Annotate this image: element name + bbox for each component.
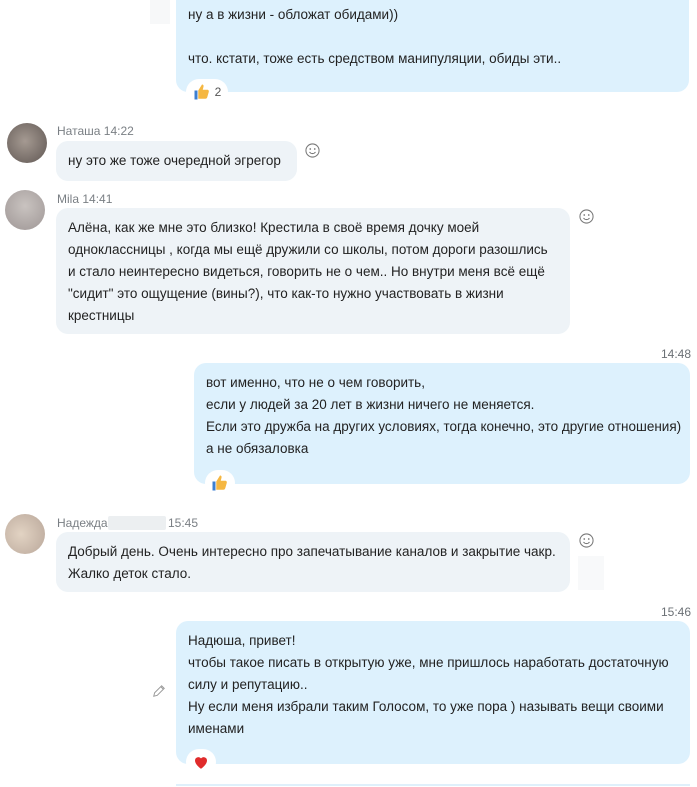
reaction-thumbs-up[interactable] <box>205 470 235 496</box>
message-text: вот именно, что не о чем говорить, если … <box>206 375 682 456</box>
message-bubble-outgoing[interactable]: вот именно, что не о чем говорить, если … <box>194 363 690 484</box>
message-bubble-incoming[interactable]: Алёна, как же мне это близко! Крестила в… <box>56 208 570 334</box>
message-time: 14:22 <box>103 124 134 138</box>
message-meta: Mila 14:41 <box>57 192 112 206</box>
heart-icon <box>195 757 207 769</box>
pencil-icon[interactable] <box>152 684 166 698</box>
avatar[interactable] <box>5 190 45 230</box>
smile-icon[interactable] <box>305 143 320 158</box>
author-name: Mila <box>57 192 80 206</box>
message-time: 15:45 <box>168 516 199 530</box>
reaction-count: 2 <box>214 85 222 99</box>
avatar[interactable] <box>7 123 47 163</box>
smile-icon[interactable] <box>579 209 594 224</box>
message-time: 14:48 <box>661 347 692 361</box>
message-bubble-incoming[interactable]: Добрый день. Очень интересно про запечат… <box>56 532 570 592</box>
message-time: 14:41 <box>82 192 113 206</box>
hidden-element <box>150 0 170 24</box>
message-text: ну это же тоже очередной эгрегор <box>68 153 281 168</box>
message-time: 15:46 <box>661 605 692 619</box>
smile-icon[interactable] <box>579 533 594 548</box>
message-meta: Надежда <box>57 516 108 530</box>
divider <box>176 784 690 786</box>
message-text: Добрый день. Очень интересно про запечат… <box>68 544 556 581</box>
message-text: Алёна, как же мне это близко! Крестила в… <box>68 220 548 323</box>
message-text: ну а в жизни - обложат обидами)) что. кс… <box>188 7 562 66</box>
thumbs-up-icon <box>212 475 227 491</box>
reaction-thumbs-up[interactable]: 2 <box>186 79 228 105</box>
redacted-name <box>108 516 166 530</box>
reaction-heart[interactable] <box>186 749 216 775</box>
message-text: Надюша, привет! чтобы такое писать в отк… <box>188 633 669 736</box>
message-meta: Наташа 14:22 <box>57 124 134 138</box>
thumbs-up-icon <box>194 84 209 100</box>
message-bubble-incoming[interactable]: ну это же тоже очередной эгрегор <box>56 141 297 181</box>
avatar[interactable] <box>5 514 45 554</box>
message-bubble-outgoing[interactable]: Надюша, привет! чтобы такое писать в отк… <box>176 621 690 764</box>
author-name: Надежда <box>57 516 108 530</box>
hidden-element <box>578 556 604 590</box>
author-name: Наташа <box>57 124 101 138</box>
message-bubble-outgoing[interactable]: ну а в жизни - обложат обидами)) что. кс… <box>176 0 689 92</box>
